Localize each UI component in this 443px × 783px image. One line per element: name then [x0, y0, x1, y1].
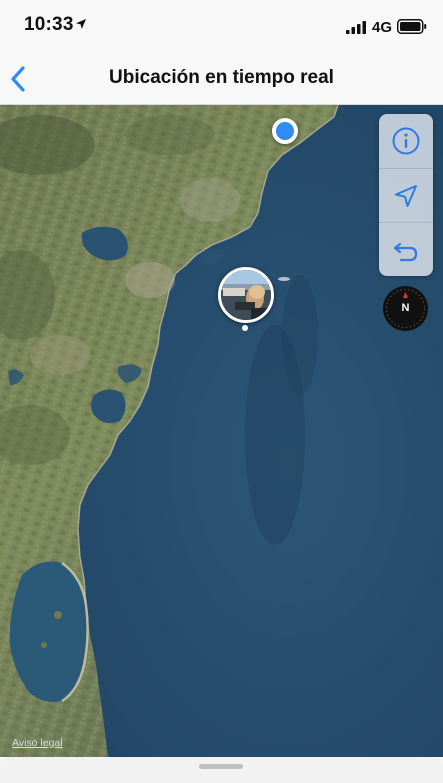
info-icon	[392, 127, 420, 155]
map-controls-panel	[379, 114, 433, 276]
status-bar: 10:33 4G	[0, 0, 443, 54]
bottom-sheet[interactable]	[0, 757, 443, 783]
my-location-dot[interactable]	[272, 118, 298, 144]
return-arrow-icon	[393, 242, 418, 262]
avatar-photo	[221, 270, 271, 320]
friend-location-avatar[interactable]	[218, 267, 274, 323]
compass-button[interactable]: N	[383, 286, 428, 331]
navigation-bar: Ubicación en tiempo real	[0, 54, 443, 105]
info-button[interactable]	[379, 114, 433, 168]
status-time: 10:33	[24, 14, 74, 35]
satellite-map[interactable]: N Aviso legal	[0, 105, 443, 757]
cellular-signal-icon	[346, 21, 366, 34]
legal-notice-link[interactable]: Aviso legal	[12, 737, 63, 749]
network-type: 4G	[372, 19, 393, 36]
return-button[interactable]	[379, 222, 433, 277]
compass-north-label: N	[401, 302, 410, 314]
location-services-icon	[76, 19, 86, 29]
current-location-button[interactable]	[379, 168, 433, 223]
page-title: Ubicación en tiempo real	[109, 67, 334, 88]
map-imagery	[0, 105, 443, 757]
sheet-drag-handle[interactable]	[199, 764, 243, 769]
location-arrow-icon	[395, 185, 417, 207]
friend-location-dot	[242, 325, 248, 331]
battery-icon	[397, 19, 427, 34]
